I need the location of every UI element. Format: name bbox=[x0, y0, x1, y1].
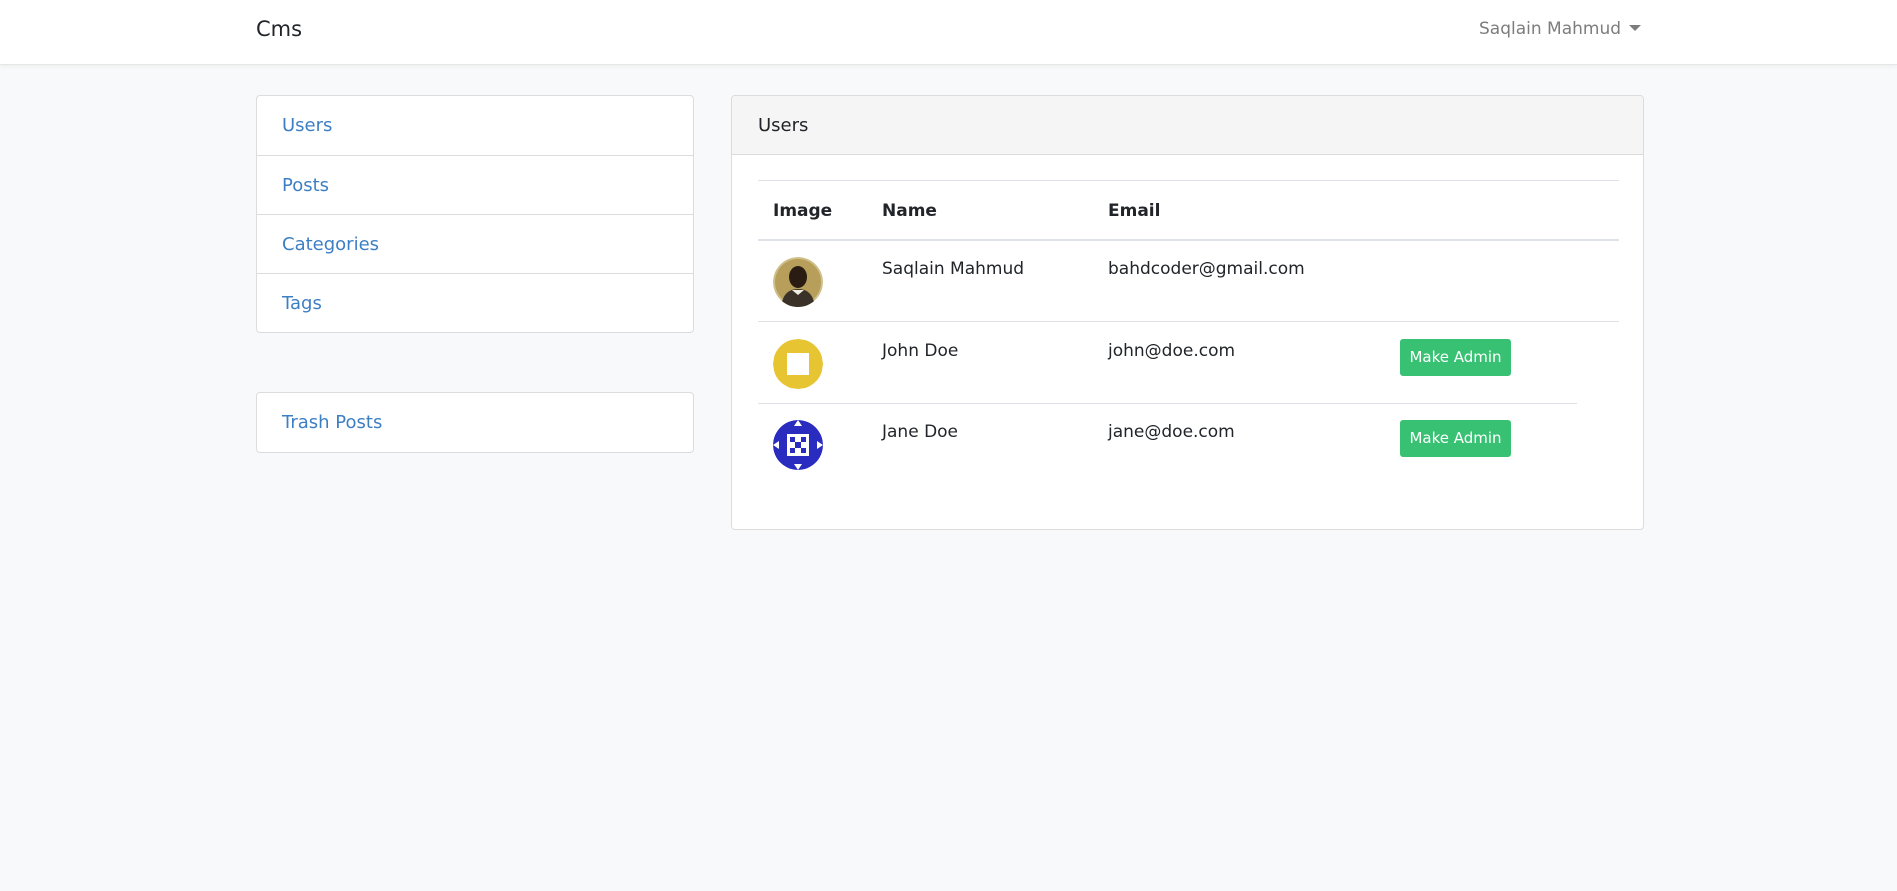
column-header-image: Image bbox=[773, 201, 833, 221]
make-admin-button[interactable]: Make Admin bbox=[1400, 339, 1511, 376]
user-email: john@doe.com bbox=[1108, 341, 1236, 361]
column-header-name: Name bbox=[882, 201, 937, 221]
caret-down-icon bbox=[1629, 25, 1642, 31]
avatar bbox=[773, 339, 823, 389]
sidebar-menu: Users Posts Categories Tags bbox=[256, 95, 694, 333]
identicon-yellow-icon bbox=[773, 339, 823, 389]
sidebar-item-users[interactable]: Users bbox=[257, 96, 693, 155]
avatar bbox=[773, 420, 823, 470]
make-admin-button[interactable]: Make Admin bbox=[1400, 420, 1511, 457]
top-navbar: Cms Saqlain Mahmud bbox=[0, 0, 1897, 65]
table-row: John Doe john@doe.com Make Admin bbox=[758, 323, 1577, 404]
sidebar-trash-group: Trash Posts bbox=[256, 392, 694, 453]
table-row: Jane Doe jane@doe.com Make Admin bbox=[758, 404, 1577, 485]
brand-link[interactable]: Cms bbox=[256, 16, 302, 42]
sidebar-item-tags[interactable]: Tags bbox=[257, 273, 693, 332]
sidebar-item-posts[interactable]: Posts bbox=[257, 155, 693, 214]
user-email: bahdcoder@gmail.com bbox=[1108, 259, 1305, 279]
user-name: Jane Doe bbox=[882, 422, 959, 442]
users-table: Image Name Email Saqlain Mahmud bahdcode… bbox=[758, 180, 1619, 480]
column-header-email: Email bbox=[1108, 201, 1161, 221]
user-name: John Doe bbox=[882, 341, 959, 361]
table-row: Saqlain Mahmud bahdcoder@gmail.com bbox=[758, 241, 1619, 322]
sidebar-item-categories[interactable]: Categories bbox=[257, 214, 693, 273]
avatar bbox=[773, 257, 823, 307]
sidebar-item-trash-posts[interactable]: Trash Posts bbox=[257, 393, 693, 452]
identicon-blue-icon bbox=[773, 420, 823, 470]
users-card: Users Image Name Email Saqlain Mahmud ba… bbox=[731, 95, 1644, 530]
user-name: Saqlain Mahmud bbox=[882, 259, 1025, 279]
user-photo-icon bbox=[773, 257, 823, 307]
user-menu-dropdown[interactable]: Saqlain Mahmud bbox=[1479, 18, 1642, 40]
table-header-row: Image Name Email bbox=[758, 180, 1619, 241]
user-email: jane@doe.com bbox=[1108, 422, 1235, 442]
card-title: Users bbox=[732, 96, 1643, 155]
user-menu-label: Saqlain Mahmud bbox=[1479, 19, 1622, 39]
